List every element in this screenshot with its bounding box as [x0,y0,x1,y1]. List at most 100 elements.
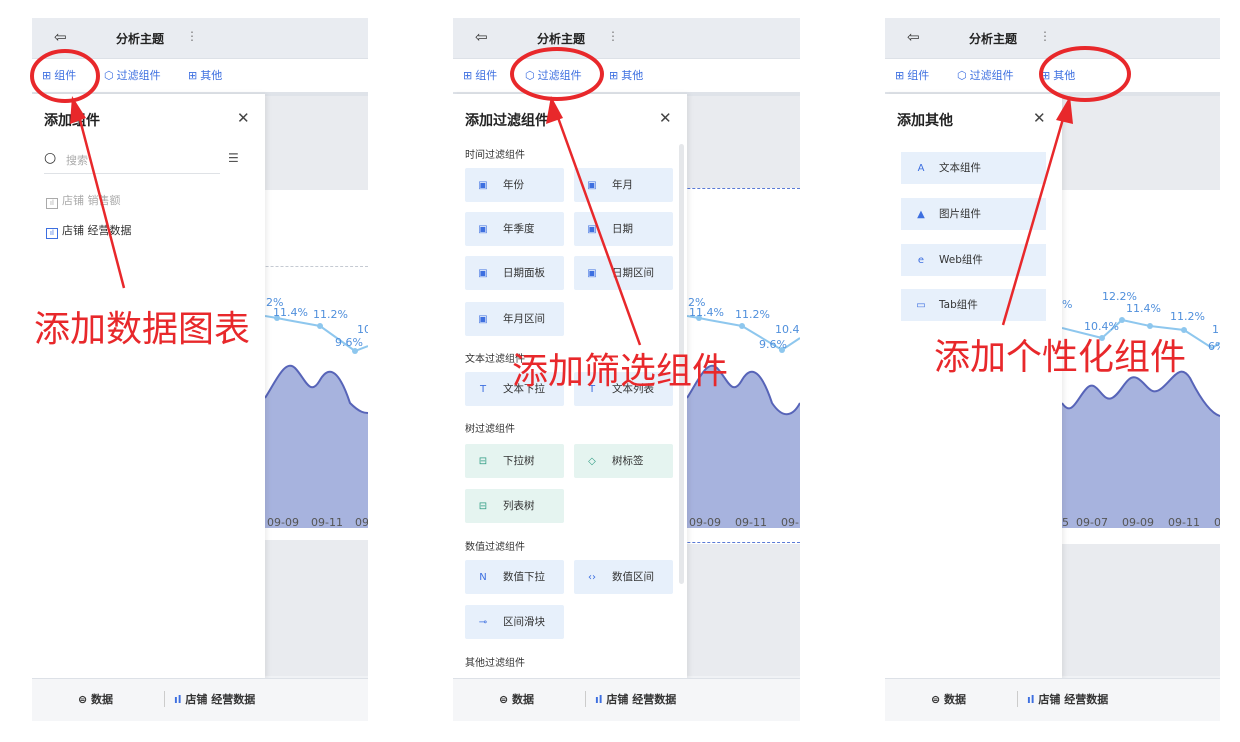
dataset-tab[interactable]: ıl 店铺 经营数据 [1027,691,1108,707]
list-tree-button[interactable]: ⊟ 列表树 [465,489,564,523]
section-tree-filters: 树过滤组件 [465,424,515,435]
text-dropdown-icon: T [479,384,487,395]
dataset-item[interactable]: ıl 店铺 经营数据 [46,222,132,239]
year-month-range-filter-button[interactable]: ▣ 年月区间 [465,302,564,336]
components-button[interactable]: ⊞ 组件 [895,67,929,83]
point-label: 11.4% [689,306,724,319]
components-button[interactable]: ⊞ 组件 [42,67,76,83]
calendar-icon: ▣ [587,268,597,279]
annotation-add-chart: 添加数据图表 [34,309,251,350]
more-icon[interactable]: ⋮ [186,29,198,43]
search-input[interactable]: ○ 搜索 [44,149,220,174]
top-bar: ⇦ 分析主题 ⋮ [32,18,368,59]
year-quarter-filter-button[interactable]: ▣ 年季度 [465,212,564,246]
annotation-add-custom: 添加个性化组件 [934,337,1187,378]
bottom-bar: ⊜ 数据 ıl 店铺 经营数据 [32,678,368,721]
other-icon: ⊞ [188,69,198,82]
other-button[interactable]: ⊞ 其他 [1041,67,1075,83]
button-label: 日期 [612,223,633,235]
toolbar: ⊞ 组件 ⬡ 过滤组件 ⊞ 其他 [885,59,1220,96]
close-icon[interactable]: ✕ [237,109,250,127]
x-tick-label: 5 [1062,516,1069,528]
data-tab[interactable]: ⊜ 数据 [931,691,966,707]
button-label: Web组件 [939,254,983,266]
close-icon[interactable]: ✕ [1033,109,1046,127]
number-icon: N [479,572,487,583]
button-label: 数值区间 [612,571,654,583]
add-component-drawer: 添加组件 ✕ ○ 搜索 ☰ ıl 店铺 销售额 ıl 店铺 经营数据 [32,94,265,679]
analysis-title: 分析主题 [969,32,1018,46]
point-label: 11.2% [735,308,770,321]
exit-icon[interactable]: ⇦ [475,28,488,46]
components-icon: ⊞ [895,69,905,82]
drawer-title: 添加组件 [44,113,100,129]
data-point [739,323,745,329]
x-tick-label: 09-09 [689,516,721,528]
annotation-add-filter: 添加筛选组件 [512,351,729,392]
filter-icon: ⬡ [957,69,967,82]
tab-icon: ▭ [916,300,926,311]
year-filter-button[interactable]: ▣ 年份 [465,168,564,202]
number-range-button[interactable]: ‹› 数值区间 [574,560,673,594]
point-label: 11.2% [313,308,348,321]
button-label: 数值下拉 [503,571,545,583]
button-label: 年季度 [503,223,535,235]
button-label: Tab组件 [939,299,978,311]
date-panel-filter-button[interactable]: ▣ 日期面板 [465,256,564,290]
area-chart-3: % 12.2% 10.4% 11.4% 11.2% 1 6% 5 09-07 0… [1062,290,1220,528]
database-icon: ⊜ [499,693,513,706]
components-button[interactable]: ⊞ 组件 [463,67,497,83]
drawer-title: 添加过滤组件 [465,113,549,129]
x-tick-label: 09-07 [1076,516,1108,528]
components-icon: ⊞ [463,69,473,82]
range-slider-button[interactable]: ⊸ 区间滑块 [465,605,564,639]
other-button[interactable]: ⊞ 其他 [609,67,643,83]
exit-icon[interactable]: ⇦ [54,28,67,46]
close-icon[interactable]: ✕ [659,109,672,127]
more-icon[interactable]: ⋮ [1039,29,1051,43]
area-chart-2: 2% 11.4% 11.2% 10.4 9.6% 09-09 09-11 09- [687,296,800,528]
tree-icon: ⊟ [478,501,488,512]
number-dropdown-button[interactable]: N 数值下拉 [465,560,564,594]
filter-components-button[interactable]: ⬡ 过滤组件 [104,67,161,83]
filter-sort-icon[interactable]: ☰ [228,151,239,165]
button-label: 文本组件 [939,162,981,174]
date-filter-button[interactable]: ▣ 日期 [574,212,673,246]
tag-icon: ◇ [588,456,596,467]
year-month-filter-button[interactable]: ▣ 年月 [574,168,673,202]
dropdown-tree-button[interactable]: ⊟ 下拉树 [465,444,564,478]
dataset-tab[interactable]: ıl 店铺 经营数据 [595,691,676,707]
tree-tag-button[interactable]: ◇ 树标签 [574,444,673,478]
toolbar: ⊞ 组件 ⬡ 过滤组件 ⊞ 其他 [32,59,368,96]
filter-components-label: 过滤组件 [537,69,582,82]
calendar-icon: ▣ [478,180,488,191]
button-label: 树标签 [612,455,644,467]
exit-icon[interactable]: ⇦ [907,28,920,46]
calendar-icon: ▣ [478,314,488,325]
other-icon: ⊞ [609,69,619,82]
area-series [1062,371,1220,528]
point-label: 11.4% [273,306,308,319]
dataset-tab[interactable]: ıl 店铺 经营数据 [174,691,255,707]
other-button[interactable]: ⊞ 其他 [188,67,222,83]
data-tab[interactable]: ⊜ 数据 [499,691,534,707]
dataset-tab-label: 店铺 经营数据 [185,693,256,706]
other-label: 其他 [621,69,644,82]
text-component-button[interactable]: A 文本组件 [901,152,1046,184]
image-component-button[interactable]: ▲ 图片组件 [901,198,1046,230]
button-label: 年月 [612,179,633,191]
calendar-icon: ▣ [587,180,597,191]
data-tab[interactable]: ⊜ 数据 [78,691,113,707]
tab-component-button[interactable]: ▭ Tab组件 [901,289,1046,321]
calendar-icon: ▣ [478,268,488,279]
web-component-button[interactable]: e Web组件 [901,244,1046,276]
date-range-filter-button[interactable]: ▣ 日期区间 [574,256,673,290]
dataset-item-label: 店铺 销售额 [62,194,121,207]
more-icon[interactable]: ⋮ [607,29,619,43]
section-other-filters: 其他过滤组件 [465,658,525,669]
filter-components-button[interactable]: ⬡ 过滤组件 [525,67,582,83]
image-icon: ▲ [917,209,925,220]
button-label: 下拉树 [503,455,535,467]
filter-components-button[interactable]: ⬡ 过滤组件 [957,67,1014,83]
components-label: 组件 [907,69,930,82]
